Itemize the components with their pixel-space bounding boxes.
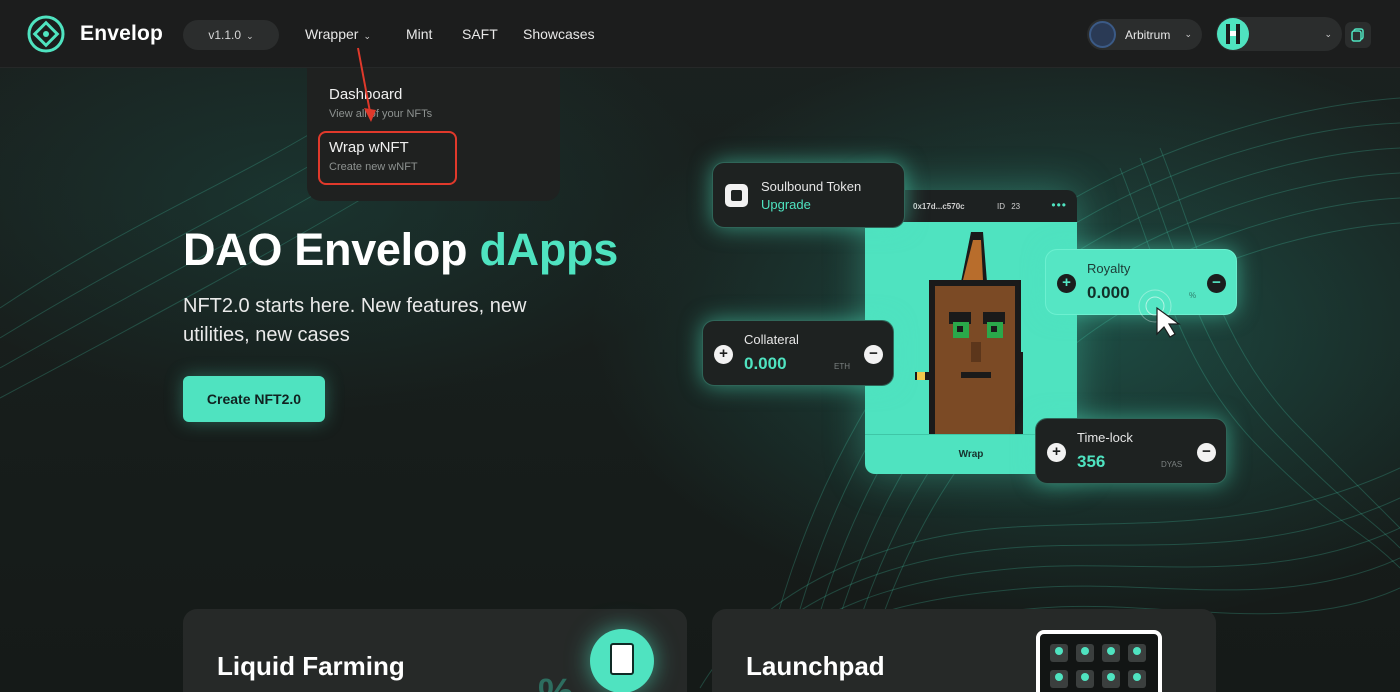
hero-title-accent: dApps	[479, 224, 618, 275]
timelock-increase-button[interactable]: +	[1047, 443, 1066, 462]
create-nft-button[interactable]: Create NFT2.0	[183, 376, 325, 422]
timelock-decrease-button[interactable]: −	[1197, 443, 1216, 462]
dropdown-item-title: Wrap wNFT	[329, 139, 409, 156]
avatar-pattern-icon	[1226, 24, 1240, 44]
collateral-panel: + Collateral 0.000 ETH −	[702, 320, 894, 386]
nft-address-text: 0x17d...c570c	[913, 202, 965, 211]
copy-button[interactable]	[1345, 22, 1371, 48]
hero-title: DAO Envelop dApps	[183, 224, 618, 276]
collateral-value[interactable]: 0.000	[744, 354, 787, 374]
royalty-increase-button[interactable]: +	[1057, 274, 1076, 293]
network-selector[interactable]: Arbitrum ⌄	[1087, 19, 1202, 50]
royalty-value[interactable]: 0.000	[1087, 283, 1130, 303]
liquid-farming-icon	[590, 629, 654, 692]
chevron-down-icon: ⌄	[1184, 29, 1192, 39]
soulbound-title: Soulbound Token	[761, 179, 862, 194]
version-selector[interactable]: v1.1.0 ⌄	[183, 20, 279, 50]
cursor-icon	[1138, 289, 1181, 338]
arbitrum-icon	[1089, 21, 1116, 48]
hero-subtitle: NFT2.0 starts here. New features, new ut…	[183, 295, 527, 346]
liquid-farming-card[interactable]: Liquid Farming %	[183, 609, 687, 692]
wallet-selector[interactable]: ⌄	[1216, 17, 1342, 51]
royalty-unit: %	[1189, 291, 1197, 300]
soulbound-token-panel: Soulbound Token Upgrade	[712, 162, 905, 228]
wallet-avatar	[1217, 18, 1249, 50]
timelock-label: Time-lock	[1077, 430, 1133, 445]
nav-saft[interactable]: SAFT	[462, 26, 498, 42]
envelop-logo-icon[interactable]	[26, 14, 66, 54]
dropdown-item-wrap-wnft[interactable]: Wrap wNFT Create new wNFT	[329, 139, 418, 173]
nav-mint[interactable]: Mint	[406, 26, 432, 42]
dropdown-item-subtitle: Create new wNFT	[329, 161, 418, 173]
top-navbar: Envelop v1.1.0 ⌄ Wrapper ⌄ Mint SAFT Showc…	[0, 0, 1400, 68]
chevron-down-icon: ⌄	[1324, 29, 1332, 39]
launchpad-card[interactable]: Launchpad	[712, 609, 1216, 692]
launchpad-grid-icon	[1036, 630, 1162, 692]
soulbound-icon	[725, 184, 748, 207]
nft-id-label: ID	[997, 202, 1005, 211]
nft-address: 0x17d...c570c	[913, 202, 965, 211]
version-label: v1.1.0	[208, 28, 242, 42]
upgrade-link[interactable]: Upgrade	[761, 197, 811, 212]
collateral-decrease-button[interactable]: −	[864, 345, 883, 364]
nft-id-value: 23	[1011, 202, 1021, 211]
nft-artwork	[865, 222, 1077, 434]
collateral-label: Collateral	[744, 332, 799, 347]
card-title: Launchpad	[746, 651, 885, 681]
royalty-label: Royalty	[1087, 261, 1131, 276]
timelock-panel: + Time-lock 356 DYAS −	[1035, 418, 1227, 484]
collateral-unit: ETH	[834, 362, 850, 371]
timelock-unit: DYAS	[1161, 460, 1183, 469]
document-icon	[610, 643, 634, 675]
nav-showcases[interactable]: Showcases	[523, 26, 595, 42]
chevron-down-icon: ⌄	[246, 31, 254, 41]
percent-decoration-icon: %	[538, 671, 574, 692]
more-options-icon[interactable]: •••	[1051, 198, 1067, 212]
timelock-value[interactable]: 356	[1077, 452, 1105, 472]
brand-name[interactable]: Envelop	[80, 22, 163, 46]
royalty-decrease-button[interactable]: −	[1207, 274, 1226, 293]
hero-title-main: DAO Envelop	[183, 224, 468, 275]
copy-icon	[1351, 28, 1364, 42]
annotation-arrow-icon	[357, 47, 376, 122]
nft-id: ID 23	[997, 202, 1020, 211]
collateral-increase-button[interactable]: +	[714, 345, 733, 364]
network-label: Arbitrum	[1125, 28, 1171, 42]
card-title: Liquid Farming	[217, 651, 405, 681]
